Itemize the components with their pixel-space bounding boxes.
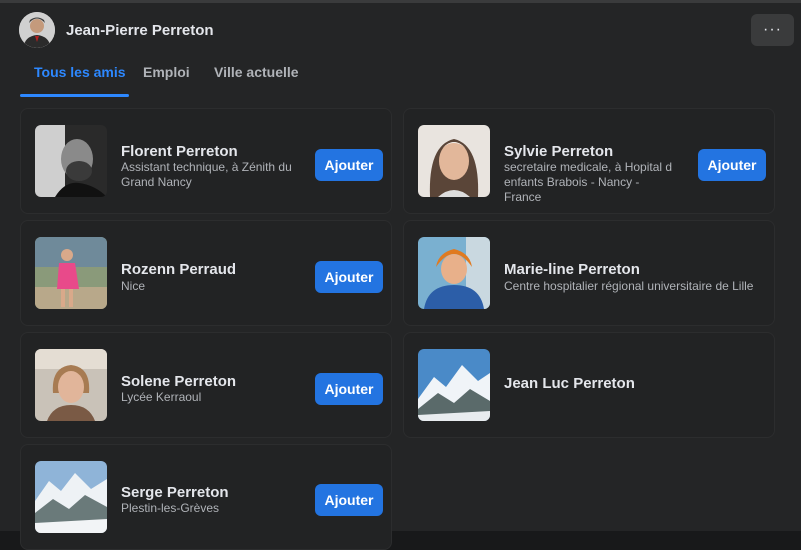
friend-photo[interactable]: [35, 237, 107, 309]
friend-name[interactable]: Serge Perreton: [121, 484, 229, 501]
more-options-button[interactable]: ···: [751, 14, 794, 46]
friend-photo[interactable]: [35, 349, 107, 421]
friend-subtitle: Nice: [121, 279, 146, 293]
tab-emploi[interactable]: Emploi: [143, 64, 190, 80]
add-friend-button[interactable]: Ajouter: [315, 149, 383, 181]
friend-card-marie-line: Marie-line Perreton Centre hospitalier r…: [403, 220, 775, 326]
friend-card-sylvie: Sylvie Perreton secretaire medicale, à H…: [403, 108, 775, 214]
friend-subtitle: secretaire medicale, à Hopital d enfants…: [504, 160, 673, 204]
friend-name[interactable]: Solene Perreton: [121, 373, 236, 390]
friend-photo[interactable]: [418, 349, 490, 421]
friend-card-florent: Florent Perreton Assistant technique, à …: [20, 108, 392, 214]
profile-header: Jean-Pierre Perreton ···: [0, 3, 801, 58]
add-friend-button[interactable]: Ajouter: [698, 149, 766, 181]
tab-ville-actuelle[interactable]: Ville actuelle: [214, 64, 299, 80]
friend-name[interactable]: Sylvie Perreton: [504, 143, 613, 160]
friend-photo[interactable]: [35, 461, 107, 533]
add-friend-button[interactable]: Ajouter: [315, 261, 383, 293]
friend-subtitle: Lycée Kerraoul: [121, 390, 202, 404]
friend-card-solene: Solene Perreton Lycée Kerraoul Ajouter: [20, 332, 392, 438]
friend-name[interactable]: Jean Luc Perreton: [504, 375, 635, 392]
profile-name[interactable]: Jean-Pierre Perreton: [66, 22, 214, 39]
more-dots-icon: ···: [763, 21, 782, 38]
friend-card-jean-luc: Jean Luc Perreton: [403, 332, 775, 438]
friend-name[interactable]: Rozenn Perraud: [121, 261, 236, 278]
active-tab-indicator: [20, 94, 129, 97]
friend-photo[interactable]: [418, 237, 490, 309]
friend-subtitle: Centre hospitalier régional universitair…: [504, 279, 754, 293]
friend-subtitle: Assistant technique, à Zénith du Grand N…: [121, 160, 292, 189]
friend-photo[interactable]: [35, 125, 107, 197]
profile-avatar[interactable]: [19, 12, 55, 48]
friends-grid: Florent Perreton Assistant technique, à …: [0, 100, 801, 550]
friend-photo[interactable]: [418, 125, 490, 197]
friend-name[interactable]: Florent Perreton: [121, 143, 238, 160]
add-friend-button[interactable]: Ajouter: [315, 484, 383, 516]
friend-card-rozenn: Rozenn Perraud Nice Ajouter: [20, 220, 392, 326]
tab-tous-les-amis[interactable]: Tous les amis: [34, 64, 126, 80]
friend-subtitle: Plestin-les-Grèves: [121, 501, 220, 515]
friend-name[interactable]: Marie-line Perreton: [504, 261, 640, 278]
friend-card-serge: Serge Perreton Plestin-les-Grèves Ajoute…: [20, 444, 392, 550]
add-friend-button[interactable]: Ajouter: [315, 373, 383, 405]
